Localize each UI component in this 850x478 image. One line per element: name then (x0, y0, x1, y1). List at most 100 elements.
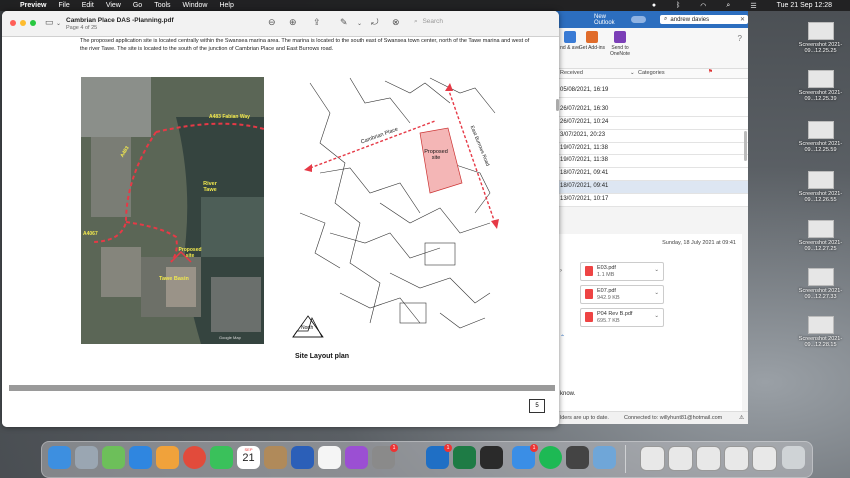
menubar-clock[interactable]: Tue 21 Sep 12:28 (777, 2, 832, 9)
record-status-icon[interactable]: ● (652, 2, 656, 9)
bluetooth-icon[interactable]: ᛒ (676, 2, 680, 9)
sidebar-chevron-icon[interactable]: ⌄ (56, 20, 61, 27)
facetime-icon[interactable] (210, 446, 233, 469)
preview-scrollbar[interactable] (556, 99, 559, 111)
spotify-icon[interactable] (539, 446, 562, 469)
outlook-ribbon: nd & ave Get Add-ins Send to OneNote ? (556, 28, 748, 69)
new-outlook-toggle[interactable] (630, 16, 647, 23)
desktop-file-screenshot[interactable]: Screenshot 2021-09...12.28.15 (793, 316, 848, 348)
word-icon[interactable] (291, 446, 314, 469)
trash-icon[interactable] (782, 446, 805, 469)
control-center-icon[interactable]: ☰ (750, 2, 756, 10)
menu-edit[interactable]: Edit (82, 2, 94, 9)
reply-icon (564, 31, 576, 43)
reply-save-label: nd & ave (560, 45, 580, 51)
reminders-icon[interactable] (318, 446, 341, 469)
screen-sharing-icon[interactable] (566, 446, 589, 469)
markup-chevron-icon[interactable]: ⌄ (357, 20, 362, 27)
chevron-down-icon[interactable]: ⌄ (654, 267, 659, 273)
zoom-window-button[interactable] (30, 20, 36, 26)
zoom-out-icon[interactable]: ⊖ (268, 17, 276, 28)
calendar-icon[interactable]: SEP 21 (237, 446, 260, 469)
search-placeholder: Search (422, 18, 444, 25)
clear-search-icon[interactable]: ✕ (740, 16, 745, 23)
mail-row[interactable]: 18/07/2021, 09:41 (556, 168, 748, 182)
flag-icon[interactable]: ⚑ (708, 69, 713, 75)
mail-row[interactable]: 3/07/2021, 20:23 (556, 130, 748, 143)
minimized-window-thumbnail[interactable] (752, 446, 777, 471)
maps-icon[interactable] (102, 446, 125, 469)
menu-go[interactable]: Go (133, 2, 142, 9)
get-addins-button[interactable]: Get Add-ins (578, 31, 606, 51)
outlook-icon[interactable]: 1 (426, 444, 452, 469)
mail-row[interactable]: 19/07/2021, 11:38 (556, 155, 748, 169)
stocks-icon[interactable] (480, 446, 503, 469)
zoom-in-icon[interactable]: ⊕ (289, 17, 297, 28)
minimized-window-thumbnail[interactable] (696, 446, 721, 471)
launchpad-icon[interactable] (75, 446, 98, 469)
finder-icon[interactable] (48, 446, 71, 469)
menu-tools[interactable]: Tools (154, 2, 170, 9)
mail-row-selected[interactable]: 18/07/2021, 09:41 (556, 181, 748, 195)
mail-icon[interactable]: 1 (512, 444, 538, 469)
preview-icon[interactable] (593, 446, 616, 469)
outlook-search-input[interactable]: ⌕ andrew davies ✕ (660, 15, 748, 24)
minimized-window-thumbnail[interactable] (640, 446, 665, 471)
col-received[interactable]: Received (560, 70, 583, 76)
minimize-window-button[interactable] (20, 20, 26, 26)
pdf-icon (585, 312, 593, 322)
notification-badge: 1 (530, 444, 538, 452)
menu-view[interactable]: View (106, 2, 121, 9)
help-icon[interactable]: ? (738, 34, 742, 43)
sort-chevron-icon[interactable]: ⌄ (630, 70, 635, 76)
chrome-icon[interactable] (183, 446, 206, 469)
attachment-e07[interactable]: E07.pdf 942.9 KB ⌄ (580, 285, 664, 304)
minimized-window-thumbnail[interactable] (668, 446, 693, 471)
desktop-file-screenshot[interactable]: Screenshot 2021-09...12.25.59 (793, 121, 848, 153)
collapse-attachments-icon[interactable]: ⌃ (560, 334, 565, 341)
mail-row[interactable]: 26/07/2021, 16:30 (556, 104, 748, 117)
desktop-file-screenshot[interactable]: Screenshot 2021-09...12.26.55 (793, 171, 848, 203)
markup-pen-icon[interactable]: ✎ (340, 17, 348, 28)
message-body-fragment: know. (560, 391, 576, 397)
send-to-onenote-button[interactable]: Send to OneNote (606, 31, 634, 57)
intro-paragraph: The proposed application site is located… (80, 38, 530, 52)
annotate-icon[interactable]: ⊗ (392, 17, 400, 28)
preview-search-field[interactable]: ⌕ Search (414, 18, 552, 29)
attachment-p04[interactable]: P04 Rev B.pdf 695.7 KB ⌄ (580, 308, 664, 327)
file-thumbnail (807, 268, 834, 286)
close-window-button[interactable] (10, 20, 16, 26)
contacts-icon[interactable] (264, 446, 287, 469)
rotate-icon[interactable]: ⤾ (371, 17, 379, 28)
desktop-file-screenshot[interactable]: Screenshot 2021-09...12.27.25 (793, 220, 848, 252)
safari-icon[interactable] (129, 446, 152, 469)
chevron-down-icon[interactable]: ⌄ (654, 313, 659, 319)
desktop-file-screenshot[interactable]: Screenshot 2021-09...12.27.33 (793, 268, 848, 300)
menu-window[interactable]: Window (183, 2, 208, 9)
menu-file[interactable]: File (58, 2, 69, 9)
excel-icon[interactable] (453, 446, 476, 469)
mail-row[interactable]: 26/07/2021, 10:24 (556, 117, 748, 130)
share-icon[interactable]: ⇪ (313, 17, 321, 28)
system-preferences-icon[interactable]: 1 (372, 444, 398, 469)
mail-row[interactable]: 19/07/2021, 11:38 (556, 143, 748, 156)
photos-icon[interactable] (156, 446, 179, 469)
podcasts-icon[interactable] (345, 446, 368, 469)
minimized-window-thumbnail[interactable] (724, 446, 749, 471)
wifi-icon[interactable]: ◠ (700, 2, 706, 10)
desktop-file-screenshot[interactable]: Screenshot 2021-09...12.25.39 (793, 70, 848, 102)
desktop-file-screenshot[interactable]: Screenshot 2021-09...12.25.25 (793, 22, 848, 54)
attachment-chevron-icon[interactable]: › (560, 268, 562, 274)
menu-help[interactable]: Help (219, 2, 233, 9)
sidebar-toggle-icon[interactable]: ▭ (45, 17, 54, 28)
search-menubar-icon[interactable]: ⌕ (726, 2, 730, 10)
app-menu[interactable]: Preview (20, 2, 46, 9)
chevron-down-icon[interactable]: ⌄ (654, 290, 659, 296)
mail-row[interactable]: 13/07/2021, 10:17 (556, 194, 748, 208)
outlook-scrollbar[interactable] (744, 131, 747, 161)
col-categories[interactable]: Categories (638, 70, 665, 76)
notification-badge: 1 (390, 444, 398, 452)
mail-row[interactable]: 05/08/2021, 16:19 (556, 85, 748, 98)
warning-icon[interactable]: ⚠ (739, 412, 744, 424)
attachment-e03[interactable]: E03.pdf 1.1 MB ⌄ (580, 262, 664, 281)
